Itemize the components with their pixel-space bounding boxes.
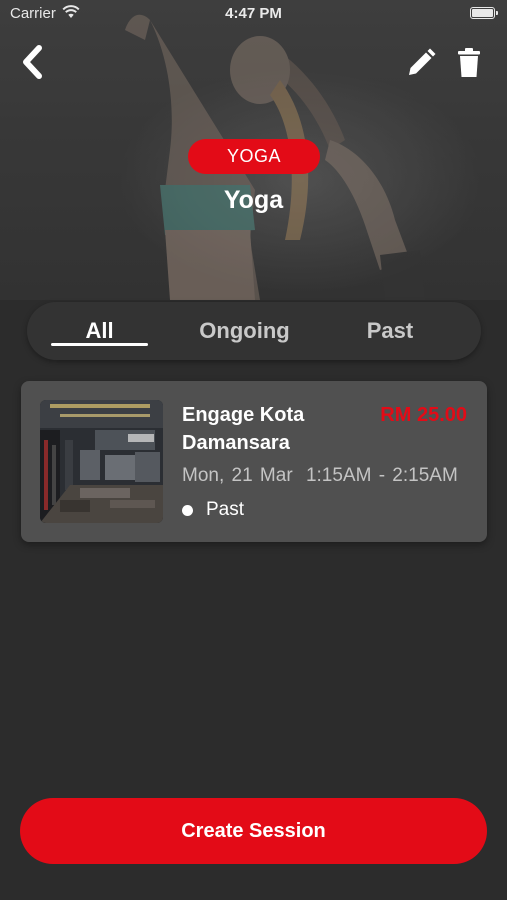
category-tag: YOGA	[188, 139, 320, 174]
battery-icon	[470, 7, 498, 19]
page-title: Yoga	[223, 186, 284, 214]
chevron-left-icon	[23, 45, 42, 79]
status-time: 4:47 PM	[225, 5, 282, 22]
screen: Carrier 4:47 PM YOGA Yoga All Ongoing Pa…	[0, 0, 507, 900]
tab-ongoing[interactable]: Ongoing	[187, 302, 302, 360]
active-tab-indicator	[51, 343, 148, 346]
session-datetime: Mon, 21 Mar 1:15AM - 2:15AM	[182, 465, 458, 487]
session-card[interactable]: Engage Kota Damansara RM 25.00 Mon, 21 M…	[21, 381, 487, 542]
session-price: RM 25.00	[380, 404, 467, 426]
tab-all[interactable]: All	[51, 302, 148, 360]
delete-button[interactable]	[452, 44, 486, 82]
session-title: Engage Kota Damansara	[182, 404, 305, 454]
session-status: Past	[206, 499, 245, 520]
create-session-button[interactable]: Create Session	[20, 798, 487, 864]
session-time: 1:15AM - 2:15AM	[305, 465, 458, 486]
session-date: Mon, 21 Mar	[182, 465, 293, 486]
status-bar: Carrier 4:47 PM	[0, 0, 507, 28]
tab-past[interactable]: Past	[345, 302, 435, 360]
back-button[interactable]	[14, 42, 50, 82]
trash-icon	[458, 48, 480, 77]
edit-button[interactable]	[402, 44, 440, 82]
status-dot-icon	[182, 505, 193, 516]
session-thumbnail	[40, 400, 163, 523]
session-filter-tabs: All Ongoing Past	[27, 302, 481, 360]
pencil-icon	[409, 48, 436, 75]
